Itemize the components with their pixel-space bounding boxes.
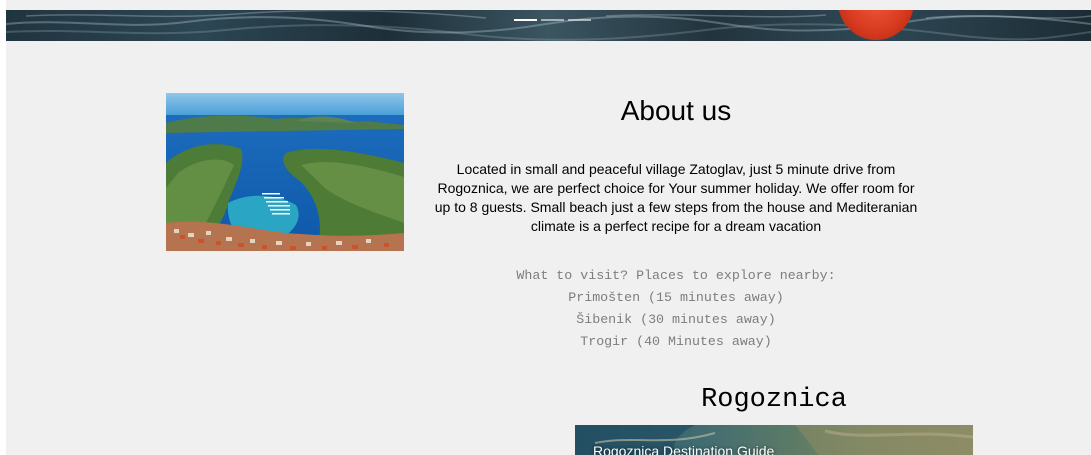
about-description-line: Rogoznica, we are perfect choice for You… [437, 180, 915, 196]
about-photo [166, 93, 404, 251]
about-title: About us [620, 95, 732, 126]
place-item: Primošten (15 minutes away) [568, 290, 784, 305]
hero-slider[interactable] [6, 10, 1091, 41]
about-description-line: climate is a perfect recipe for a dream … [530, 218, 822, 234]
slider-indicator-2[interactable] [541, 19, 564, 21]
destination-title: Rogoznica [701, 385, 847, 415]
about-description-line: up to 8 guests. Small beach just a few s… [434, 199, 918, 215]
slider-indicator-1[interactable] [514, 19, 537, 21]
place-item: Trogir (40 Minutes away) [580, 334, 772, 349]
about-description: Located in small and peaceful village Za… [418, 160, 934, 236]
slider-indicators [514, 19, 591, 21]
place-item: Šibenik (30 minutes away) [576, 312, 776, 327]
slider-indicator-3[interactable] [568, 19, 591, 21]
places-to-explore: What to visit? Places to explore nearby:… [418, 265, 934, 353]
about-description-line: Located in small and peaceful village Za… [456, 161, 896, 177]
page: About us Located in small and peaceful v… [0, 0, 1091, 455]
video-title[interactable]: Rogoznica Destination Guide [593, 443, 774, 455]
aerial-photo-image [166, 93, 404, 251]
explore-heading: What to visit? Places to explore nearby: [516, 268, 836, 283]
sea-background-image [6, 10, 1091, 41]
main-content: About us Located in small and peaceful v… [6, 0, 1091, 455]
destination-video-embed[interactable]: Rogoznica Destination Guide [575, 425, 973, 455]
